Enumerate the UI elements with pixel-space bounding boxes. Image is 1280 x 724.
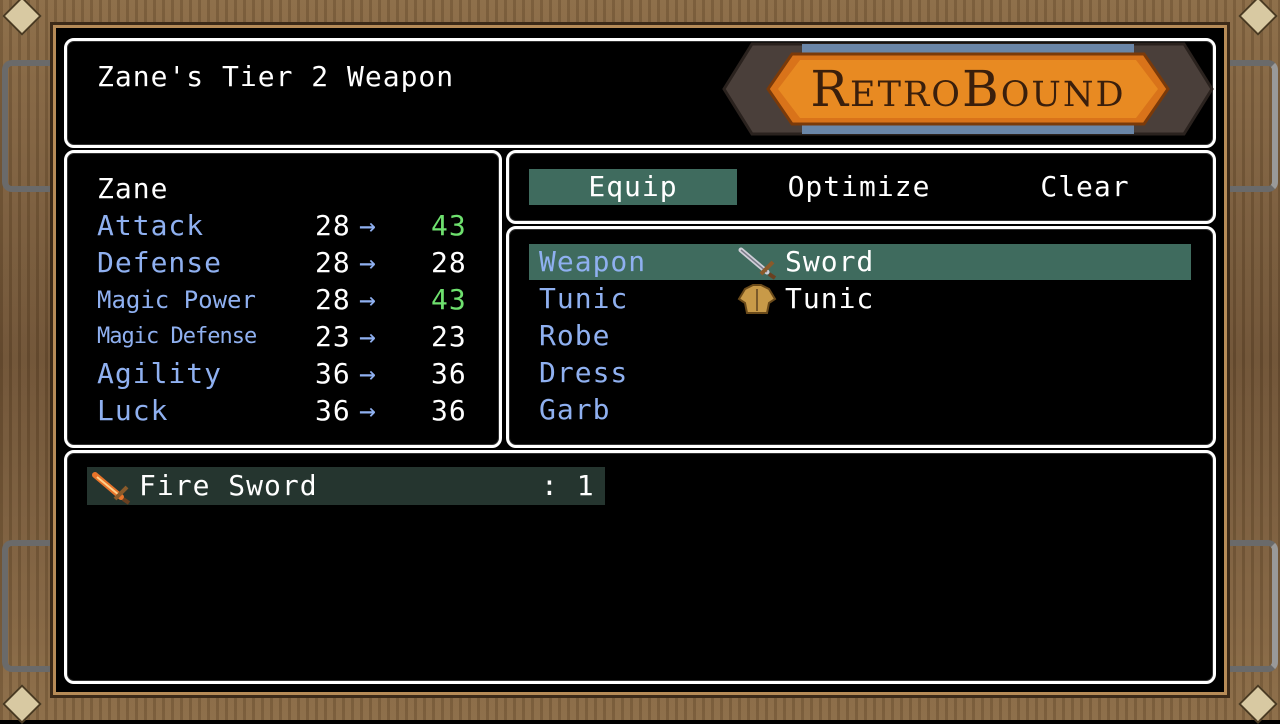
param-new-magic-power: 43 — [431, 283, 467, 316]
param-label-attack: Attack — [97, 209, 205, 242]
command-clear[interactable]: Clear — [981, 169, 1189, 205]
frame-strap-icon — [2, 540, 62, 672]
right-arrow-icon: → — [359, 357, 377, 390]
frame-strap-icon — [1218, 60, 1278, 192]
param-label-defense: Defense — [97, 246, 223, 279]
logo-text: RetroBound — [810, 60, 1126, 118]
command-optimize[interactable]: Optimize — [755, 169, 963, 205]
param-current-magic-defense: 23 — [315, 320, 351, 353]
item-list-window: Fire Sword : 1 — [64, 450, 1216, 684]
slot-robe[interactable]: Robe — [539, 318, 610, 354]
frame-strap-icon — [1218, 540, 1278, 672]
command-equip[interactable]: Equip — [529, 169, 737, 205]
param-new-agility: 36 — [431, 357, 467, 390]
actor-name: Zane — [97, 172, 169, 205]
right-arrow-icon: → — [359, 283, 377, 316]
param-new-luck: 36 — [431, 394, 467, 427]
frame-bolt-icon — [1238, 684, 1278, 724]
equipped-tunic[interactable]: Tunic — [785, 281, 874, 317]
frame-bolt-icon — [2, 684, 42, 724]
frame-bolt-icon — [2, 0, 42, 36]
frame-bolt-icon — [1238, 0, 1278, 36]
slot-garb[interactable]: Garb — [539, 392, 610, 428]
param-new-magic-defense: 23 — [431, 320, 467, 353]
item-name[interactable]: Fire Sword — [139, 468, 318, 504]
item-count: : 1 — [541, 469, 595, 502]
slot-weapon[interactable]: Weapon — [539, 244, 646, 280]
frame-strap-icon — [2, 60, 62, 192]
equipped-weapon[interactable]: Sword — [785, 244, 874, 280]
param-current-defense: 28 — [315, 246, 351, 279]
param-current-luck: 36 — [315, 394, 351, 427]
param-label-magic-defense: Magic Defense — [97, 324, 257, 349]
slot-dress[interactable]: Dress — [539, 355, 628, 391]
param-label-luck: Luck — [97, 394, 169, 427]
right-arrow-icon: → — [359, 246, 377, 279]
param-label-magic-power: Magic Power — [97, 286, 256, 314]
tunic-icon — [737, 284, 777, 314]
fire-sword-icon — [92, 472, 131, 505]
param-current-attack: 28 — [315, 209, 351, 242]
param-current-magic-power: 28 — [315, 283, 351, 316]
help-text: Zane's Tier 2 Weapon — [97, 60, 455, 93]
sword-icon — [738, 247, 777, 280]
command-window: Equip Optimize Clear — [506, 150, 1216, 224]
right-arrow-icon: → — [359, 320, 377, 353]
right-arrow-icon: → — [359, 209, 377, 242]
retrobound-logo: RetroBound — [722, 40, 1214, 138]
equip-slot-window: Weapon Sword Tunic Tunic Robe Dress Garb — [506, 226, 1216, 448]
param-new-attack: 43 — [431, 209, 467, 242]
param-label-agility: Agility — [97, 357, 223, 390]
status-window: Zane Attack 28 → 43 Defense 28 → 28 Magi… — [64, 150, 502, 448]
slot-tunic[interactable]: Tunic — [539, 281, 628, 317]
right-arrow-icon: → — [359, 394, 377, 427]
param-new-defense: 28 — [431, 246, 467, 279]
param-current-agility: 36 — [315, 357, 351, 390]
